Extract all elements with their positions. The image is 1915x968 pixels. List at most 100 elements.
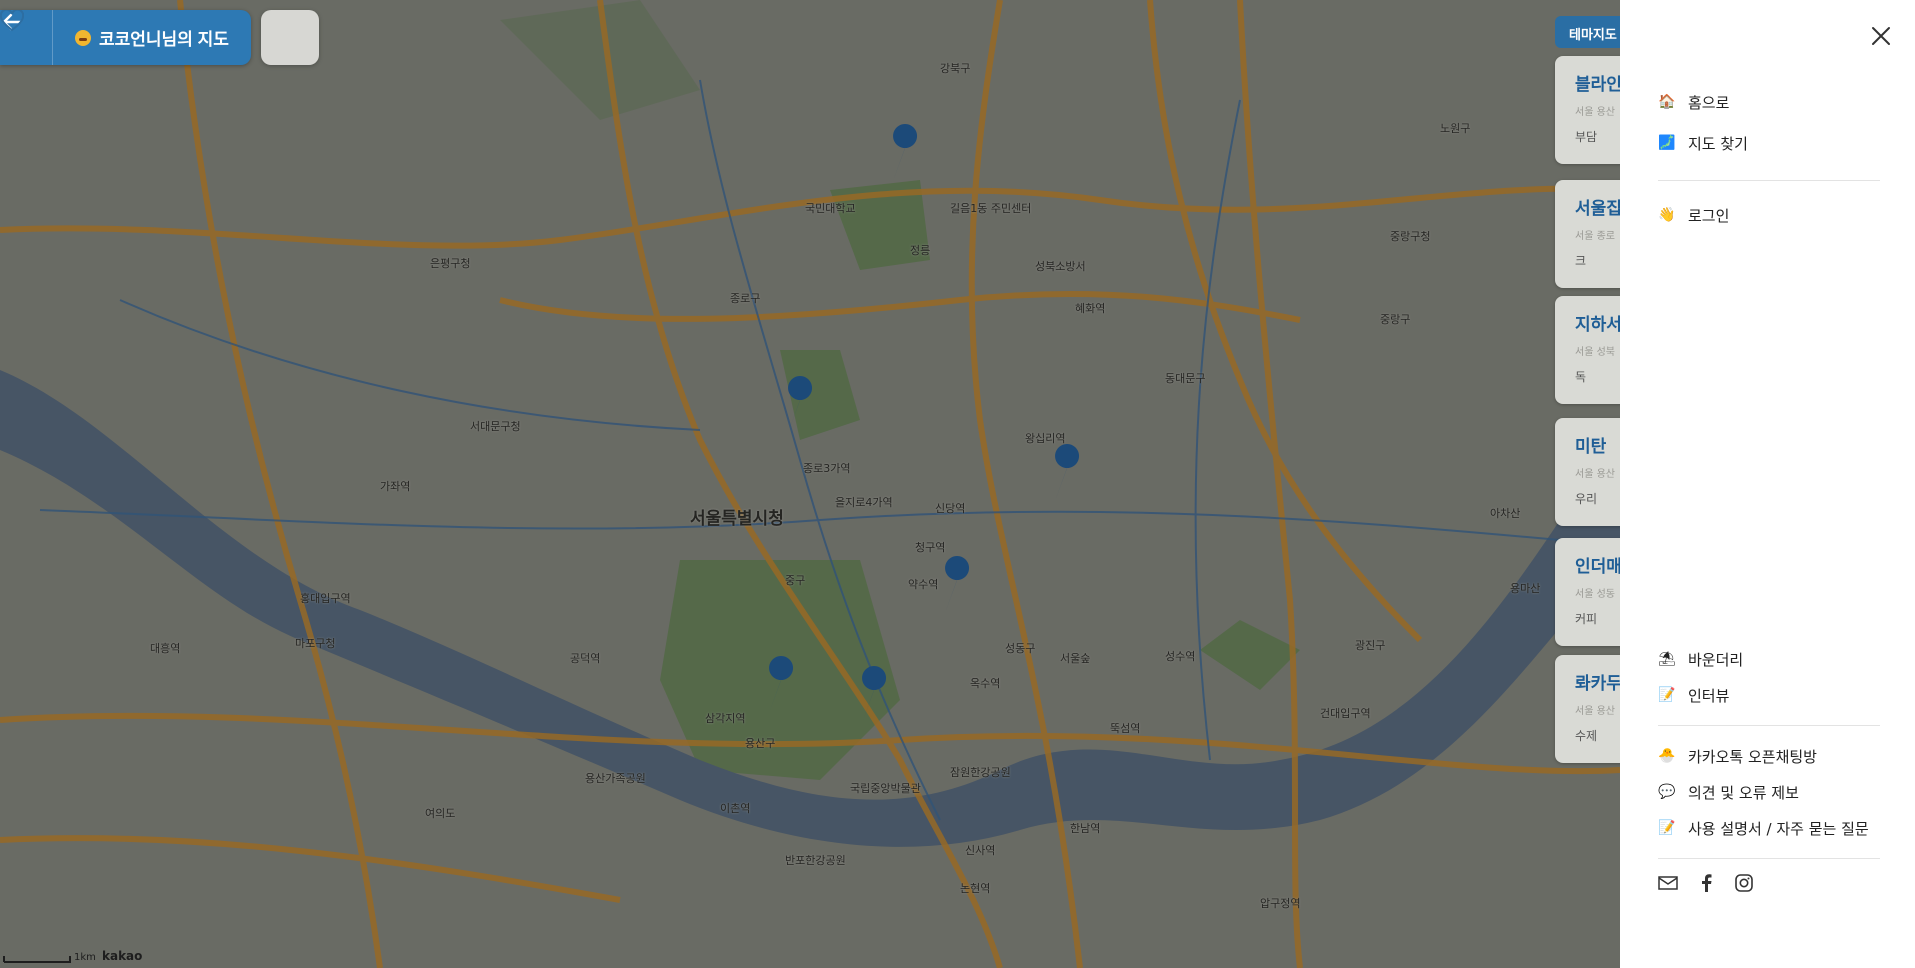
- place-card-title: 블라인: [1575, 75, 1620, 94]
- map-label: 삼각지역: [705, 712, 746, 725]
- map-title-text: 코코언니님의 지도: [99, 30, 229, 49]
- map-label: 동대문구: [1165, 372, 1206, 385]
- beach-umbrella-icon: ⛱: [1658, 651, 1676, 667]
- map-label: 은평구청: [430, 257, 471, 270]
- map-label: 대흥역: [150, 642, 181, 655]
- menu-item-label: 사용 설명서 / 자주 묻는 질문: [1688, 819, 1869, 838]
- menu-item-boundary[interactable]: ⛱ 바운더리: [1658, 641, 1880, 677]
- place-card[interactable]: 지하서 서울 성북 독: [1555, 296, 1620, 404]
- memo-icon: 📝: [1658, 820, 1676, 836]
- map-label: 을지로4가역: [835, 496, 893, 509]
- map-base: [0, 0, 1620, 968]
- map-label: 광진구: [1355, 639, 1386, 652]
- map-label: 성동구: [1005, 642, 1036, 655]
- mail-icon[interactable]: [1658, 873, 1678, 893]
- menu-item-find-map[interactable]: 🗾 지도 찾기: [1658, 125, 1880, 161]
- divider: [1658, 180, 1880, 181]
- chick-icon: 🐣: [1658, 748, 1676, 764]
- menu-item-feedback[interactable]: 💬 의견 및 오류 제보: [1658, 774, 1880, 810]
- map-label: 성수역: [1165, 650, 1196, 663]
- favorite-button[interactable]: [0, 10, 319, 65]
- place-card[interactable]: 미탄서울 용산우리: [1555, 418, 1620, 526]
- map-label: 논현역: [960, 882, 991, 895]
- home-icon: 🏠: [1658, 94, 1676, 110]
- map-label: 중랑구청: [1390, 230, 1431, 243]
- facebook-icon[interactable]: [1696, 873, 1716, 893]
- map-label: 옥수역: [970, 677, 1001, 690]
- menu-item-manual-faq[interactable]: 📝 사용 설명서 / 자주 묻는 질문: [1658, 810, 1880, 846]
- map-label: 용산가족공원: [585, 772, 646, 785]
- divider: [1658, 725, 1880, 726]
- menu-item-label: 카카오톡 오픈채팅방: [1688, 747, 1817, 766]
- place-card-category: 커피: [1575, 612, 1598, 626]
- place-card-address: 서울 종로: [1575, 231, 1615, 242]
- place-card-address: 서울 용산: [1575, 706, 1615, 717]
- map-label: 뚝섬역: [1110, 722, 1141, 735]
- close-button[interactable]: [1869, 24, 1893, 48]
- map-label: 국립중앙박물관: [850, 782, 921, 795]
- menu-item-label: 바운더리: [1688, 650, 1744, 669]
- map-label: 신당역: [935, 502, 966, 515]
- map-label: 성북소방서: [1035, 260, 1086, 273]
- map-canvas[interactable]: 서울특별시청 국민대학교 성북소방서 정릉 길음1동 주민센터 중랑구청 동대문구 은평구청 서…: [0, 0, 1620, 968]
- map-label: 서대문구청: [470, 420, 521, 433]
- place-card-category: 우리: [1575, 492, 1598, 506]
- map-label: 반포한강공원: [785, 854, 846, 867]
- place-card-category: 크: [1575, 254, 1587, 268]
- map-label: 중구: [785, 574, 806, 587]
- map-label: 공덕역: [570, 652, 601, 665]
- place-card-address: 서울 성동: [1575, 589, 1615, 600]
- map-label: 약수역: [908, 578, 939, 591]
- place-card[interactable]: 롸카두서울 용산수제: [1555, 655, 1620, 763]
- place-card-title: 서울집: [1575, 199, 1620, 218]
- map-label: 용마산: [1510, 582, 1541, 595]
- map-label: 신사역: [965, 844, 996, 857]
- place-card[interactable]: 블라인서울 용산부담: [1555, 56, 1620, 164]
- waving-hand-icon: 👋: [1658, 207, 1676, 223]
- menu-item-kakao-openchat[interactable]: 🐣 카카오톡 오픈채팅방: [1658, 738, 1880, 774]
- map-label: 종로구: [730, 292, 761, 305]
- place-card-title: 인더매: [1575, 557, 1620, 576]
- drawer-nav-section: 🏠 홈으로 🗾 지도 찾기 👋 로그인: [1658, 84, 1880, 233]
- heart-icon: [0, 10, 24, 32]
- map-label: 왕십리역: [1025, 432, 1066, 445]
- place-card-category: 독: [1575, 370, 1587, 384]
- menu-item-label: 홈으로: [1688, 93, 1730, 112]
- map-label: 용산구: [745, 737, 776, 750]
- map-label: 종로3가역: [803, 462, 851, 475]
- map-label: 서울특별시청: [690, 509, 784, 529]
- map-label: 잠원한강공원: [950, 766, 1011, 779]
- menu-item-login[interactable]: 👋 로그인: [1658, 197, 1880, 233]
- map-label: 마포구청: [295, 637, 336, 650]
- menu-item-interview[interactable]: 📝 인터뷰: [1658, 677, 1880, 713]
- place-card-title: 미탄: [1575, 437, 1607, 456]
- social-links: [1658, 873, 1880, 893]
- place-card-address: 서울 용산: [1575, 469, 1615, 480]
- map-label: 노원구: [1440, 122, 1471, 135]
- menu-item-label: 의견 및 오류 제보: [1688, 783, 1799, 802]
- place-card-category: 수제: [1575, 729, 1598, 743]
- map-brand-label: kakao: [102, 949, 143, 963]
- place-card-title: 롸카두: [1575, 674, 1620, 693]
- menu-item-home[interactable]: 🏠 홈으로: [1658, 84, 1880, 120]
- place-card-title: 지하서: [1575, 315, 1620, 334]
- map-label: 청구역: [915, 541, 946, 554]
- map-label: 홍대입구역: [300, 592, 351, 605]
- speech-bubble-icon: 💬: [1658, 784, 1676, 800]
- place-card-address: 서울 용산: [1575, 107, 1615, 118]
- map-label: 서울숲: [1060, 652, 1091, 665]
- map-scale-label: 1km: [74, 952, 96, 963]
- place-card[interactable]: 서울집서울 종로크: [1555, 180, 1620, 288]
- instagram-icon[interactable]: [1734, 873, 1754, 893]
- memo-icon: 📝: [1658, 687, 1676, 703]
- divider: [1658, 858, 1880, 859]
- emoji-icon: [75, 29, 91, 46]
- map-label: 건대입구역: [1320, 707, 1371, 720]
- map-label: 혜화역: [1075, 302, 1106, 315]
- map-label: 아차산: [1490, 507, 1521, 520]
- map-label: 한남역: [1070, 822, 1101, 835]
- menu-item-label: 인터뷰: [1688, 686, 1730, 705]
- theme-map-tab[interactable]: 테마지도: [1555, 16, 1620, 48]
- place-card-category: 부담: [1575, 130, 1598, 144]
- place-card[interactable]: 인더매서울 성동커피: [1555, 538, 1620, 646]
